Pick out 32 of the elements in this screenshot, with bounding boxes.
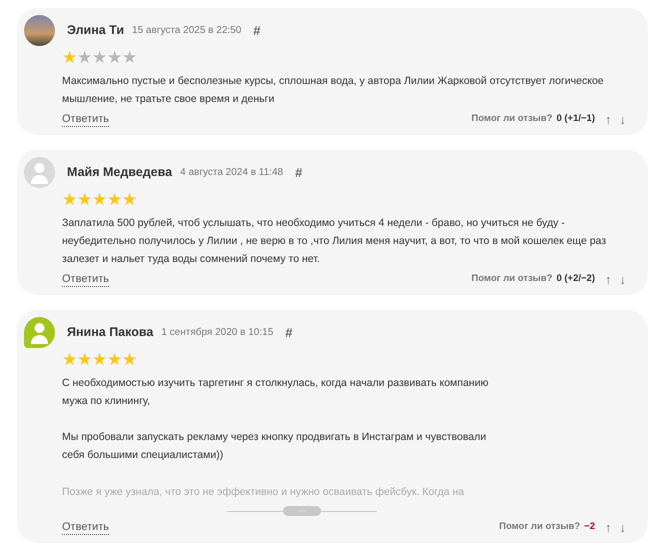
- review-text: Мы пробовали запускать рекламу через кнопку продвигать в Инстаграм и чувствовали себя большими специалистами)): [62, 430, 488, 463]
- upvote-button[interactable]: ↑: [603, 521, 614, 534]
- helpful-question: Помог ли отзыв?: [471, 112, 552, 126]
- review-date: 1 сентября 2020 в 10:15: [161, 326, 274, 340]
- downvote-button[interactable]: ↓: [618, 113, 628, 126]
- review-text: С необходимостью изучить таргетинг я столкнулась, когда начали развивать компанию мужа по клинингу,: [62, 376, 490, 409]
- upvote-button[interactable]: ↑: [603, 113, 614, 126]
- helpful-score: 0 (+1/−1): [556, 112, 595, 126]
- downvote-button[interactable]: ↓: [618, 521, 628, 534]
- star-rating: ★★★★★: [62, 191, 138, 208]
- author-name: Майя Медведева: [67, 164, 172, 182]
- review-date: 4 августа 2024 в 11:48: [180, 166, 284, 180]
- helpful-question: Помог ли отзыв?: [471, 272, 552, 286]
- helpful-score: −2: [584, 520, 595, 534]
- anchor-link[interactable]: #: [253, 20, 261, 40]
- reply-link[interactable]: Ответить: [62, 272, 110, 287]
- anchor-link[interactable]: #: [285, 322, 292, 342]
- helpful-question: Помог ли отзыв?: [499, 520, 580, 534]
- upvote-button[interactable]: ↑: [603, 273, 614, 286]
- reply-link[interactable]: Ответить: [62, 520, 110, 535]
- author-name: Янина Пакова: [67, 324, 154, 342]
- review-text: Максимально пустые и бесполезные курсы, сплошная вода, у автора Лилии Жарковой отсутствует логическое мышление, не тратьте свое время и деньги: [62, 74, 605, 107]
- star-rating: ★★★★★: [62, 351, 138, 368]
- downvote-button[interactable]: ↓: [618, 273, 628, 286]
- review-date: 15 августа 2025 в 22:50: [132, 24, 242, 38]
- helpful-score: 0 (+2/−2): [556, 272, 595, 286]
- anchor-link[interactable]: #: [295, 162, 302, 182]
- reply-link[interactable]: Ответить: [62, 112, 110, 127]
- review-text: Заплатила 500 рублей, чтоб услышать, что необходимо учиться 4 недели - браво, но учиться не буду - неубедительно получилось у Лилии , не верю в то ,что Лилия меня научит, а вот, то что в мой кошелек еще раз залезет и нальет туда воды сомнений почему то нет.: [62, 216, 608, 267]
- author-name: Элина Ти: [67, 22, 124, 40]
- star-rating: ★★★★★: [62, 49, 138, 66]
- faded-review-text: Позже я уже узнала, что это не эффективно и нужно осваивать фейсбук. Когда на: [62, 485, 466, 500]
